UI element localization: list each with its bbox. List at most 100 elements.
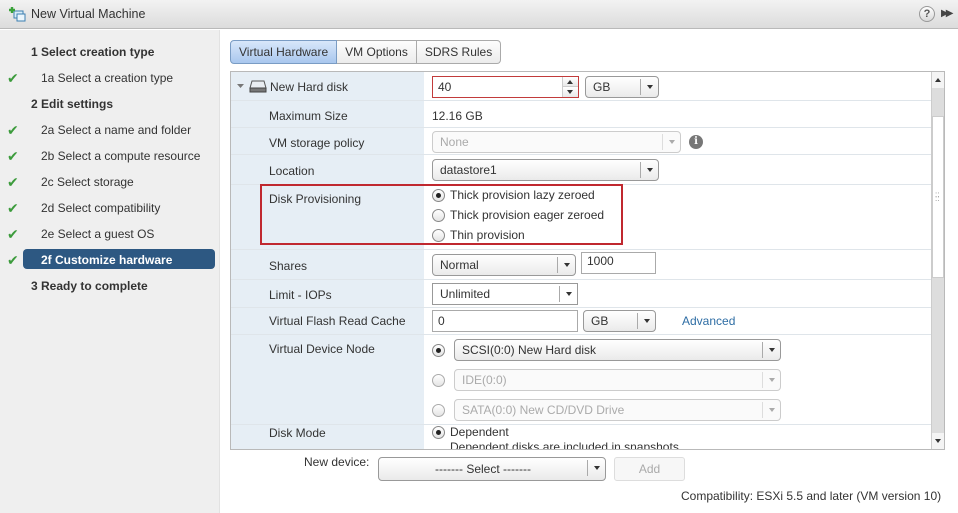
checkmark-icon: ✔ [7,148,19,164]
new-vm-icon [9,7,26,22]
storage-policy-select[interactable]: None [432,131,681,153]
flash-cache-input[interactable]: 0 [432,310,578,332]
dependent-label: Dependent [450,425,509,439]
checkmark-icon: ✔ [7,174,19,190]
flash-cache-row: Virtual Flash Read Cache 0 GB Advanced [231,308,931,335]
collapse-caret-icon[interactable] [236,83,245,89]
chevron-down-icon [762,372,780,388]
wizard-step-label: 2f Customize hardware [41,253,173,267]
wizard-step-label: 1 Select creation type [31,45,155,59]
checkmark-icon: ✔ [7,200,19,216]
device-node-row: Virtual Device Node SCSI(0:0) New Hard d… [231,335,931,425]
wizard-step-label: 1a Select a creation type [41,71,174,85]
storage-policy-value: None [440,135,469,149]
wizard-step-label: 2e Select a guest OS [41,227,155,241]
flash-cache-unit-select[interactable]: GB [583,310,656,332]
wizard-step-label: 2 Edit settings [31,97,114,111]
wizard-step-label: 2b Select a compute resource [41,149,201,163]
chevron-down-icon [637,313,655,329]
wizard-steps-sidebar: 1 Select creation type ✔ 1a Select a creat… [0,30,220,513]
storage-policy-row: VM storage policy None i [231,128,931,155]
hard-disk-icon [249,80,267,93]
new-device-select[interactable]: ------- Select ------- [378,457,606,481]
hard-disk-label: New Hard disk [270,80,349,94]
tab-virtual-hardware[interactable]: Virtual Hardware [230,40,338,64]
chevron-down-icon [640,79,658,95]
location-value: datastore1 [440,163,497,177]
wizard-step[interactable]: 2 Edit settings [0,93,220,115]
scrollbar-thumb[interactable]: :::: [932,116,944,278]
max-size-value: 12.16 GB [432,109,483,123]
wizard-step[interactable]: ✔ 2a Select a name and folder [0,119,220,141]
scsi-node-radio[interactable] [432,344,445,357]
chevron-down-icon [559,286,577,302]
max-size-row: Maximum Size 12.16 GB [231,101,931,128]
shares-level-value: Normal [440,258,479,272]
wizard-step[interactable]: ✔ 2c Select storage [0,171,220,193]
compatibility-text: Compatibility: ESXi 5.5 and later (VM ve… [681,489,942,503]
ide-node-select[interactable]: IDE(0:0) [454,369,781,391]
scroll-down-icon[interactable] [932,433,944,449]
wizard-step[interactable]: 3 Ready to complete [0,275,220,297]
dependent-description: Dependent disks are included in snapshot… [450,440,683,450]
grip-icon: :::: [935,190,940,203]
location-select[interactable]: datastore1 [432,159,659,181]
sata-node-select[interactable]: SATA(0:0) New CD/DVD Drive [454,399,781,421]
disk-size-value: 40 [438,80,452,94]
disk-size-unit-value: GB [593,80,611,94]
hardware-grid: New Hard disk 40 GB Maximum Size 12.16 G… [230,71,945,450]
wizard-step-label: 3 Ready to complete [31,279,148,293]
tab-bar: Virtual Hardware VM Options SDRS Rules [230,40,502,65]
scsi-node-value: SCSI(0:0) New Hard disk [462,343,597,357]
wizard-step-label: 2c Select storage [41,175,134,189]
wizard-step[interactable]: ✔ 2e Select a guest OS [0,223,220,245]
flash-cache-label: Virtual Flash Read Cache [269,314,406,328]
location-row: Location datastore1 [231,155,931,185]
sata-node-radio[interactable] [432,404,445,417]
wizard-step[interactable]: ✔ 2d Select compatibility [0,197,220,219]
scroll-up-icon[interactable] [932,72,944,88]
expand-panel-icon[interactable]: ▶▶ [941,8,954,19]
wizard-step[interactable]: 1 Select creation type [0,41,220,63]
limit-iops-label: Limit - IOPs [269,288,332,302]
spinner-down-icon[interactable] [563,87,578,97]
disk-provisioning-highlight [260,184,623,245]
wizard-step-label: 2a Select a name and folder [41,123,192,137]
tab-sdrs-rules[interactable]: SDRS Rules [416,40,502,64]
wizard-step[interactable]: ✔ 2f Customize hardware [0,249,220,271]
sata-node-value: SATA(0:0) New CD/DVD Drive [462,403,625,417]
ide-node-radio[interactable] [432,374,445,387]
new-device-select-value: ------- Select ------- [435,462,531,476]
disk-size-unit-select[interactable]: GB [585,76,659,98]
chevron-down-icon [762,342,780,358]
chevron-down-icon [662,134,680,150]
help-icon[interactable]: ? [919,6,935,22]
tab-vm-options[interactable]: VM Options [337,40,417,64]
storage-policy-label: VM storage policy [269,136,365,150]
chevron-down-icon [587,460,605,476]
advanced-link[interactable]: Advanced [682,314,735,328]
shares-value-input[interactable]: 1000 [581,252,656,274]
dependent-radio[interactable] [432,426,445,439]
checkmark-icon: ✔ [7,122,19,138]
wizard-step[interactable]: ✔ 2b Select a compute resource [0,145,220,167]
disk-size-input[interactable]: 40 [432,76,579,98]
wizard-step[interactable]: ✔ 1a Select a creation type [0,67,220,89]
shares-level-select[interactable]: Normal [432,254,576,276]
add-device-button[interactable]: Add [614,457,685,481]
limit-iops-select[interactable]: Unlimited [432,283,578,305]
limit-iops-value: Unlimited [440,287,491,301]
scsi-node-select[interactable]: SCSI(0:0) New Hard disk [454,339,781,361]
disk-size-spinner[interactable] [562,77,578,97]
hard-disk-row: New Hard disk 40 GB [231,72,931,101]
ide-node-value: IDE(0:0) [462,373,507,387]
title-bar: New Virtual Machine ? ▶▶ [0,0,958,29]
vertical-scrollbar[interactable]: :::: [931,72,944,449]
checkmark-icon: ✔ [7,70,19,86]
chevron-down-icon [762,402,780,418]
info-icon[interactable]: i [689,135,703,149]
max-size-label: Maximum Size [269,109,348,123]
disk-mode-label: Disk Mode [269,426,326,440]
spinner-up-icon[interactable] [563,77,578,87]
location-label: Location [269,164,315,178]
